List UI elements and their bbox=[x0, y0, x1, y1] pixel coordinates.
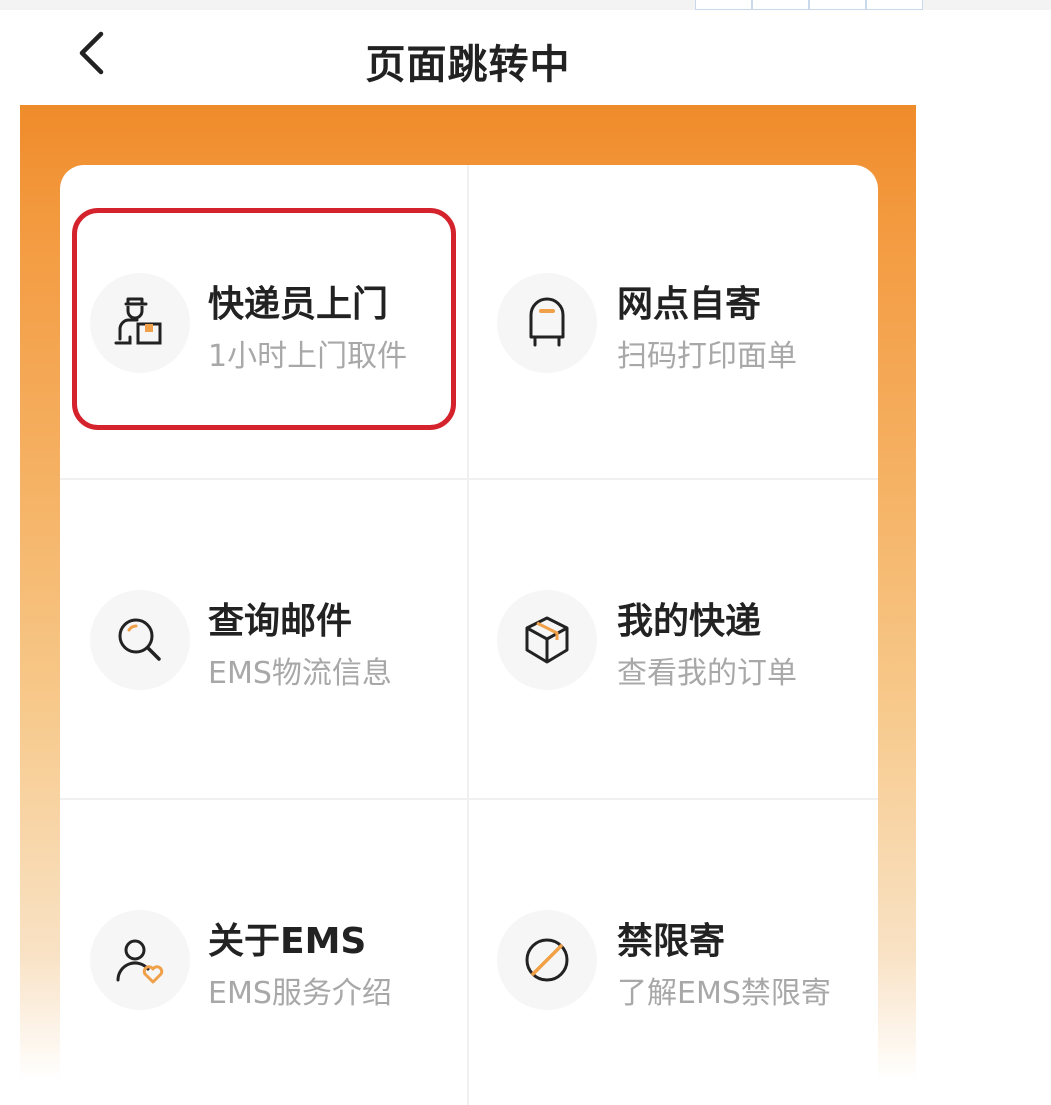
highlight-box bbox=[72, 208, 456, 430]
grid-item-title: 网点自寄 bbox=[617, 284, 762, 325]
grid-item-subtitle: 扫码打印面单 bbox=[617, 339, 797, 374]
search-icon bbox=[90, 590, 190, 690]
header-bar: 页面跳转中 bbox=[0, 10, 1051, 105]
grid-item-title: 查询邮件 bbox=[208, 601, 353, 642]
grid-item-title: 我的快递 bbox=[617, 601, 762, 642]
package-icon bbox=[497, 590, 597, 690]
user-heart-icon bbox=[90, 910, 190, 1010]
grid-item-title: 禁限寄 bbox=[617, 921, 726, 962]
grid-item-self-drop[interactable]: 网点自寄 扫码打印面单 bbox=[469, 165, 878, 478]
grid-item-subtitle: EMS服务介绍 bbox=[208, 976, 392, 1011]
top-tab-strip bbox=[695, 0, 923, 10]
grid-item-subtitle: 查看我的订单 bbox=[617, 656, 797, 691]
page-title: 页面跳转中 bbox=[365, 42, 571, 88]
grid-item-subtitle: EMS物流信息 bbox=[208, 656, 392, 691]
grid-item-query-mail[interactable]: 查询邮件 EMS物流信息 bbox=[60, 480, 467, 798]
grid-item-about-ems[interactable]: 关于EMS EMS服务介绍 bbox=[60, 800, 467, 1105]
grid-item-prohibited[interactable]: 禁限寄 了解EMS禁限寄 bbox=[469, 800, 878, 1105]
prohibited-icon bbox=[497, 910, 597, 1010]
grid-item-subtitle: 了解EMS禁限寄 bbox=[617, 976, 831, 1011]
grid-item-title: 关于EMS bbox=[208, 921, 367, 962]
mailbox-icon bbox=[497, 273, 597, 373]
grid-item-my-packages[interactable]: 我的快递 查看我的订单 bbox=[469, 480, 878, 798]
